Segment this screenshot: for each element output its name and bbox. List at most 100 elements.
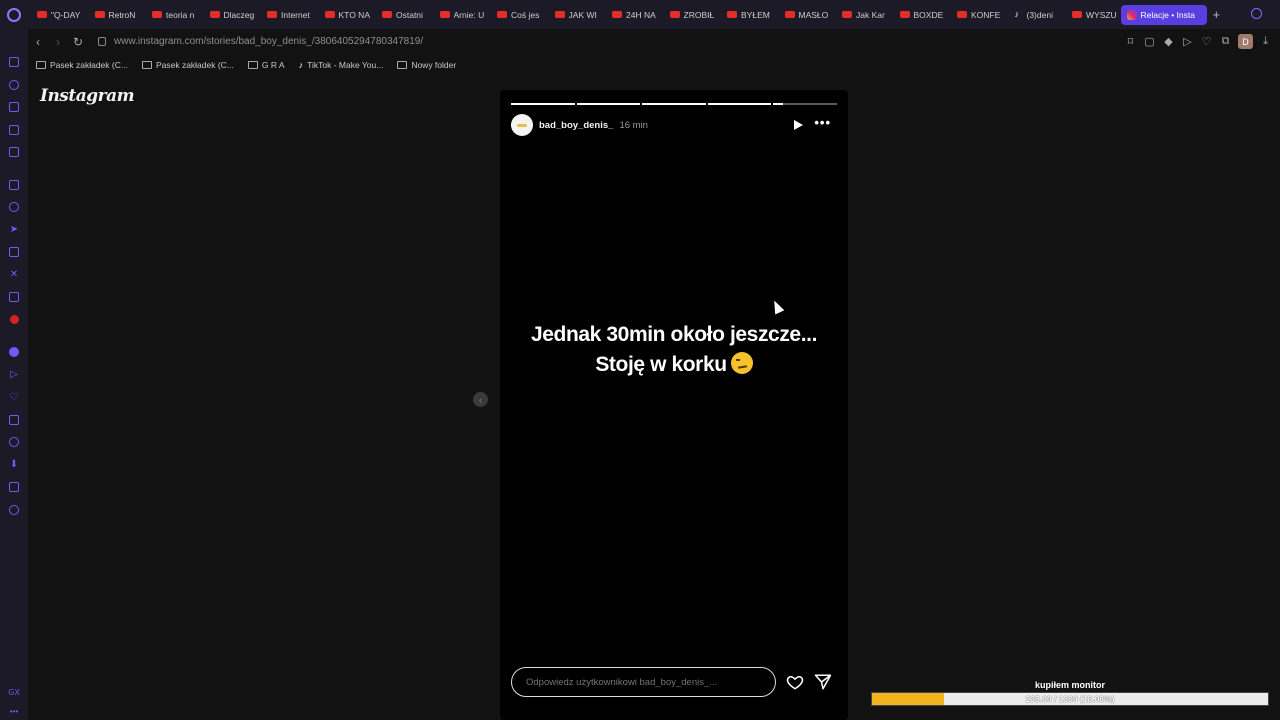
bookmark-icon[interactable]: ⌑ [1124, 35, 1137, 48]
tab-label: RetroN [108, 9, 136, 20]
tab-search-icon[interactable] [1251, 8, 1262, 19]
toolbar-icons: ⌑ ▢ ◆ ▷ ♡ ⧉ D ⤓ [1124, 34, 1272, 49]
bookmark-item[interactable]: G R A [247, 60, 285, 70]
youtube-icon [37, 11, 47, 18]
story-avatar[interactable] [511, 114, 533, 136]
discord-icon[interactable] [7, 290, 21, 304]
goal-title: kupiłem monitor [1034, 680, 1105, 690]
tab-17[interactable]: ♪ (3)deni [1006, 0, 1064, 29]
folder-icon [397, 61, 408, 69]
share-send-icon[interactable] [814, 673, 832, 691]
spotify-icon[interactable] [7, 345, 21, 359]
story-viewer[interactable]: bad_boy_denis_ 16 min ••• Jednak 30min o… [500, 90, 848, 720]
tab-6[interactable]: Ostatni [373, 0, 431, 29]
bookmark-item[interactable]: Pasek zakładek (C... [141, 60, 234, 70]
tab-13[interactable]: MASŁO [776, 0, 834, 29]
tab-12[interactable]: BYŁEM [718, 0, 776, 29]
more-icon[interactable]: ••• [10, 707, 18, 716]
tab-5[interactable]: KTO NA [316, 0, 374, 29]
tabs-icon[interactable] [7, 413, 21, 427]
previous-story-button[interactable]: ‹ [473, 392, 488, 407]
tab-11[interactable]: ZROBIŁ [661, 0, 719, 29]
tab-9[interactable]: JAK WI [546, 0, 604, 29]
tab-8[interactable]: Coś jes [488, 0, 546, 29]
progress-segment [511, 103, 575, 105]
store-icon[interactable] [7, 100, 21, 114]
gx-label[interactable]: GX [8, 688, 20, 697]
reply-input[interactable] [511, 667, 776, 697]
youtube-icon [669, 11, 680, 18]
extensions-icon[interactable] [7, 480, 21, 494]
bookmark-item[interactable]: Nowy folder [397, 60, 456, 70]
download-icon[interactable]: ⬇ [7, 458, 21, 472]
favorite-icon[interactable]: ♡ [1200, 35, 1213, 48]
forward-button[interactable]: › [48, 32, 68, 52]
play-icon[interactable]: ▷ [1181, 35, 1194, 48]
bookmark-item[interactable]: ♪ TikTok - Make You... [299, 60, 384, 70]
goal-progress-bar: 235.00 / 1300 (18.08%) [871, 692, 1269, 706]
home-icon[interactable] [7, 55, 21, 69]
youtube-icon [957, 11, 967, 18]
tab-label: Internet [281, 9, 310, 20]
tab-label: (3)deni [1026, 9, 1053, 20]
x-icon[interactable]: ✕ [7, 268, 21, 282]
folder-icon [141, 61, 152, 69]
bookmark-item[interactable]: Pasek zakładek (C... [36, 60, 128, 70]
folder-icon [247, 61, 258, 69]
progress-segment [576, 103, 641, 105]
new-tab-button[interactable]: + [1213, 7, 1227, 22]
instagram-sidebar-icon[interactable] [7, 245, 21, 259]
url-text: www.instagram.com/stories/bad_boy_denis_… [114, 36, 424, 47]
vk-icon[interactable] [7, 313, 21, 327]
story-text: Jednak 30min około jeszcze... Stoję w ko… [500, 320, 848, 380]
tab-label: Dlaczeg [223, 9, 255, 20]
gamepad-icon[interactable] [7, 123, 21, 137]
profile-avatar[interactable]: D [1238, 34, 1253, 49]
tiktok-icon: ♪ [1014, 9, 1020, 19]
youtube-icon [784, 11, 795, 18]
shield-icon[interactable]: ◆ [1162, 35, 1175, 48]
tab-10[interactable]: 24H NA [603, 0, 661, 29]
tab-14[interactable]: Jak Kar [833, 0, 891, 29]
play-icon[interactable] [794, 120, 803, 130]
tab-1[interactable]: RetroN [86, 0, 144, 29]
more-options-icon[interactable]: ••• [814, 116, 831, 129]
player-icon[interactable]: ▷ [7, 368, 21, 382]
story-username[interactable]: bad_boy_denis_ [539, 120, 613, 131]
extensions-puzzle-icon[interactable]: ⧉ [1219, 35, 1232, 48]
youtube-icon [382, 11, 392, 18]
tab-18[interactable]: WYSZU [1063, 0, 1121, 29]
messenger-icon[interactable] [7, 200, 21, 214]
tab-3[interactable]: Dlaczeg [201, 0, 259, 29]
reload-button[interactable]: ↻ [68, 32, 88, 52]
snapshot-icon[interactable]: ▢ [1143, 35, 1156, 48]
url-field[interactable]: www.instagram.com/stories/bad_boy_denis_… [98, 36, 423, 47]
refresh-icon[interactable] [7, 78, 21, 92]
bookmark-label: Pasek zakładek (C... [155, 60, 234, 70]
settings-icon[interactable] [7, 503, 21, 517]
progress-segment [707, 103, 772, 105]
progress-segment-fill [576, 103, 641, 105]
story-time: 16 min [619, 119, 648, 131]
tab-16[interactable]: KONFE [948, 0, 1006, 29]
tab-4[interactable]: Internet [258, 0, 316, 29]
tab-7[interactable]: Arnie: U [431, 0, 489, 29]
heart-icon[interactable]: ♡ [7, 390, 21, 404]
twitch-icon[interactable] [7, 178, 21, 192]
gx-mods-icon[interactable] [7, 145, 21, 159]
tab-label: 24H NA [626, 9, 656, 20]
tiktok-icon: ♪ [298, 60, 304, 70]
tab-15[interactable]: BOXDE [891, 0, 949, 29]
opera-gx-logo-icon[interactable] [0, 0, 28, 29]
like-heart-icon[interactable] [786, 673, 804, 691]
folder-icon [36, 61, 46, 69]
story-header: bad_boy_denis_ 16 min ••• [511, 114, 837, 136]
download-toolbar-icon[interactable]: ⤓ [1259, 35, 1272, 48]
tab-active-instagram[interactable]: Relacje • Insta [1120, 4, 1207, 25]
history-icon[interactable] [7, 435, 21, 449]
instagram-logo[interactable]: Instagram [40, 86, 135, 106]
tab-0[interactable]: "Q-DAY [28, 0, 86, 29]
telegram-icon[interactable]: ➤ [7, 223, 21, 237]
tab-2[interactable]: teoria n [143, 0, 201, 29]
back-button[interactable]: ‹ [28, 32, 48, 52]
